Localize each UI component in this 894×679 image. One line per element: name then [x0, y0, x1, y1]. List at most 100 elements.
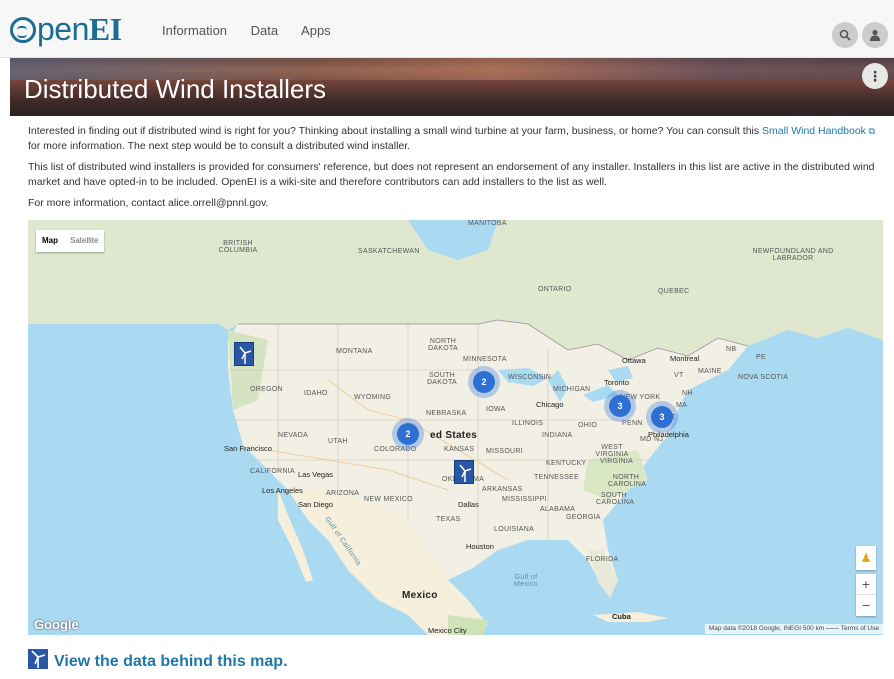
map-label: Cuba [612, 612, 631, 621]
installer-marker[interactable] [454, 460, 474, 484]
map-label: ARKANSAS [482, 486, 523, 493]
map-label: NH [682, 390, 693, 397]
google-logo[interactable]: Google [34, 617, 79, 632]
intro-text: Interested in finding out if distributed… [28, 124, 878, 217]
map-label: GEORGIA [566, 514, 601, 521]
map-city: Ottawa [622, 356, 646, 365]
map-label-sea: Gulf of Mexico [514, 574, 538, 588]
search-button[interactable] [832, 22, 858, 48]
more-options-button[interactable]: ⋮ [862, 63, 888, 89]
external-link-icon: ⧉ [865, 126, 875, 136]
user-button[interactable] [862, 22, 888, 48]
pegman-icon: ♟ [860, 551, 872, 565]
intro-paragraph-2: This list of distributed wind installers… [28, 161, 875, 188]
wind-turbine-icon [459, 464, 472, 482]
map-label: CALIFORNIA [250, 468, 296, 475]
nav-links: Information Data Apps [162, 23, 351, 38]
map-label: MAINE [698, 368, 722, 375]
map-city: Mexico City [428, 626, 467, 635]
map-label: PE [756, 354, 766, 361]
map-label: MICHIGAN [553, 386, 591, 393]
map-label: MANITOBA [468, 220, 507, 227]
map-label: IDAHO [304, 390, 328, 397]
map-label: WEST VIRGINIA [595, 444, 629, 458]
map-label: NB [726, 346, 737, 353]
nav-link-information[interactable]: Information [162, 23, 227, 38]
wind-turbine-icon [28, 649, 48, 669]
map-cluster-marker[interactable]: 3 [609, 395, 631, 417]
street-view-pegman[interactable]: ♟ [856, 546, 876, 570]
map-label: MISSOURI [486, 448, 524, 455]
view-data-link[interactable]: View the data behind this map. [28, 649, 288, 673]
logo-text-left: pen [37, 11, 89, 47]
map-label: ILLINOIS [512, 420, 544, 427]
map-label: ONTARIO [538, 286, 572, 293]
map-label: VIRGINIA [600, 458, 634, 465]
map-label: OREGON [250, 386, 283, 393]
intro-p1-text: Interested in finding out if distributed… [28, 125, 763, 137]
map-label: NORTH CAROLINA [608, 474, 647, 488]
logo-text-right: EI [88, 11, 122, 47]
map-label: NOVA SCOTIA [738, 374, 789, 381]
map-city: San Francisco [224, 444, 272, 453]
map-label: NEVADA [278, 432, 309, 439]
kebab-icon: ⋮ [868, 68, 882, 84]
openei-logo[interactable]: penEI [10, 11, 122, 47]
map-label: MISSISSIPPI [502, 496, 547, 503]
map-label: KANSAS [444, 446, 475, 453]
map-city: Los Angeles [262, 486, 303, 495]
map-label: INDIANA [542, 432, 573, 439]
map-label: MA [676, 402, 688, 409]
map-city: Montreal [670, 354, 700, 363]
map-label: ALABAMA [540, 506, 576, 513]
map-label: COLORADO [374, 446, 417, 453]
zoom-out-button[interactable]: − [856, 595, 876, 616]
map-label: NORTH DAKOTA [427, 338, 459, 352]
map-basemap [28, 220, 883, 635]
map-city: Chicago [536, 400, 564, 409]
top-navbar: penEI Information Data Apps [0, 0, 894, 58]
view-data-link-label: View the data behind this map. [54, 653, 288, 670]
map-city: Las Vegas [298, 470, 334, 479]
map-city: Houston [466, 542, 494, 551]
map-attribution[interactable]: Map data ©2018 Google, INEGI 500 km ⎯⎯⎯⎯… [704, 624, 883, 634]
map-label: NEW MEXICO [364, 496, 413, 503]
map-label: TENNESSEE [534, 474, 580, 481]
map-label: IOWA [486, 406, 506, 413]
zoom-in-button[interactable]: + [856, 574, 876, 595]
map-city: Dallas [458, 500, 479, 509]
small-wind-handbook-link[interactable]: Small Wind Handbook [762, 125, 866, 137]
search-icon [839, 29, 851, 41]
hero-banner: Distributed Wind Installers [10, 58, 894, 116]
map-label-country: Mexico [402, 590, 438, 601]
map-label: SASKATCHEWAN [358, 248, 420, 255]
map-type-map-button[interactable]: Map [36, 230, 64, 252]
map-label: WISCONSIN [508, 374, 552, 381]
map-label: MONTANA [336, 348, 373, 355]
map-label: TEXAS [436, 516, 461, 523]
map-type-satellite-button[interactable]: Satellite [64, 230, 104, 252]
map-cluster-marker[interactable]: 3 [651, 406, 673, 428]
intro-p1-after: for more information. The next step woul… [28, 140, 411, 152]
map-label: FLORIDA [586, 556, 619, 563]
intro-paragraph-3: For more information, contact alice.orre… [28, 197, 269, 209]
map-city: San Diego [298, 500, 334, 509]
map-label: OHIO [578, 422, 598, 429]
map-city: Philadelphia [648, 430, 689, 439]
installers-map[interactable]: Map Satellite MANITOBA BRITISH COLUMBIA S… [28, 220, 883, 635]
map-label: NEBRASKA [426, 410, 467, 417]
map-cluster-marker[interactable]: 2 [473, 371, 495, 393]
installer-marker[interactable] [234, 342, 254, 366]
map-city: Toronto [604, 378, 630, 387]
map-label: LOUISIANA [494, 526, 535, 533]
intro-paragraph-1: Interested in finding out if distributed… [28, 124, 878, 154]
map-label: NEWFOUNDLAND AND LABRADOR [752, 248, 834, 262]
user-icon [870, 29, 880, 41]
nav-link-data[interactable]: Data [251, 23, 278, 38]
wind-turbine-icon [239, 346, 252, 364]
map-label: UTAH [328, 438, 348, 445]
map-label: MINNESOTA [463, 356, 507, 363]
map-cluster-marker[interactable]: 2 [397, 423, 419, 445]
nav-link-apps[interactable]: Apps [301, 23, 331, 38]
map-label: QUEBEC [658, 288, 690, 295]
